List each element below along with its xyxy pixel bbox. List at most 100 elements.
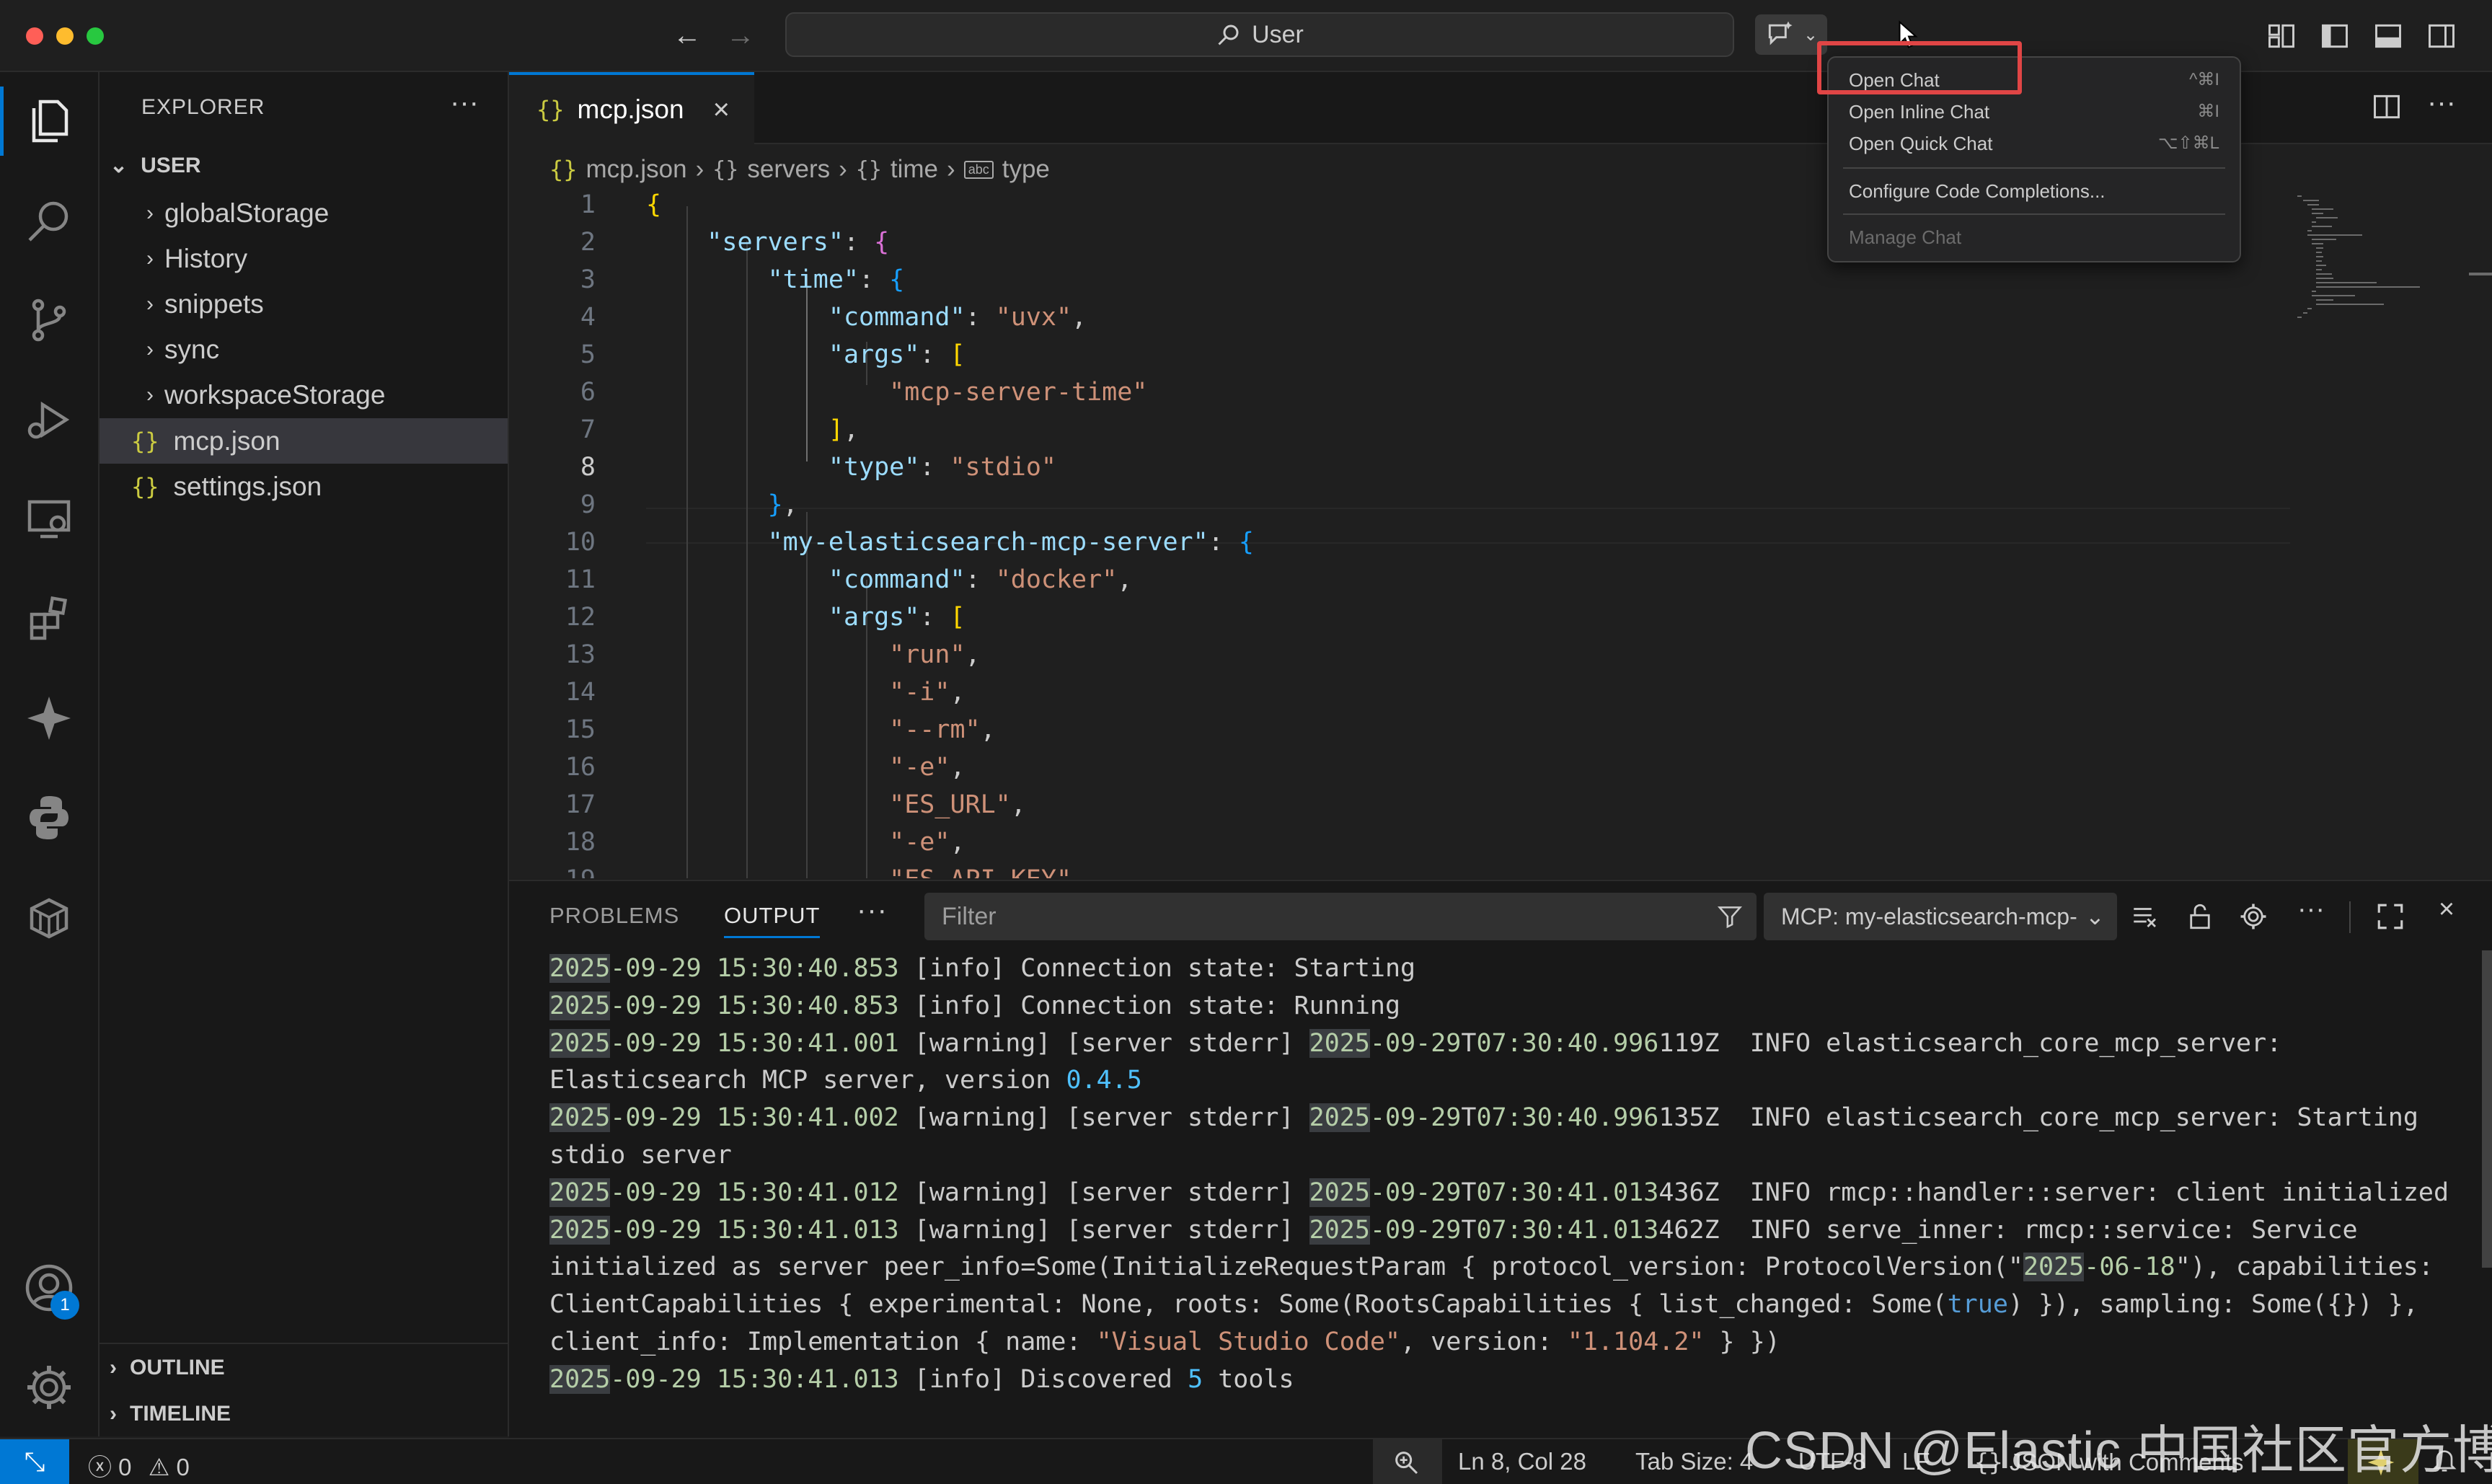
python-icon[interactable] — [20, 789, 78, 847]
code-line: "type": "stdio" — [828, 453, 1056, 482]
bottom-panel: PROBLEMS OUTPUT ··· Filter MCP: my-elast… — [509, 880, 2492, 1438]
tree-item-label: workspaceStorage — [164, 379, 386, 410]
line-number: 3 — [580, 265, 596, 294]
output-channel-select[interactable]: MCP: my-elasticsearch-mcp-server ⌄ — [1764, 893, 2117, 940]
editor-more-actions-icon[interactable]: ··· — [2427, 87, 2456, 119]
line-number: 17 — [565, 790, 596, 819]
copilot-chat-button[interactable]: ⌄ — [1755, 14, 1827, 55]
chevron-right-icon: › — [947, 155, 955, 183]
customize-layout-icon[interactable] — [2266, 20, 2297, 52]
breadcrumb-item[interactable]: servers — [747, 155, 830, 184]
tree-item-label: mcp.json — [173, 425, 280, 456]
remote-explorer-icon[interactable] — [20, 490, 78, 548]
tab-size[interactable]: Tab Size: 4 — [1635, 1448, 1753, 1475]
tab-mcp-json[interactable]: {} mcp.json × — [509, 72, 754, 144]
back-arrow-icon[interactable]: ← — [669, 17, 705, 53]
clear-output-icon[interactable] — [2130, 901, 2160, 932]
code-line: "-i", — [889, 678, 966, 707]
filter-input[interactable]: Filter — [924, 893, 1757, 940]
output-line: ClientCapabilities { experimental: None,… — [549, 1290, 2418, 1320]
code-line: { — [646, 190, 662, 219]
chevron-down-icon: ⌄ — [110, 154, 128, 177]
close-panel-icon[interactable]: × — [2429, 891, 2465, 927]
timeline-section-header[interactable]: › TIMELINE — [110, 1402, 231, 1426]
split-editor-icon[interactable] — [2371, 91, 2403, 123]
breadcrumb-item[interactable]: mcp.json — [586, 155, 687, 184]
chevron-right-icon: › — [695, 155, 704, 183]
panel-actions-more-icon[interactable]: ··· — [2293, 891, 2329, 927]
cursor-position[interactable]: Ln 8, Col 28 — [1458, 1448, 1586, 1475]
json-file-icon: {} — [536, 96, 565, 123]
minimize-window-button[interactable] — [56, 27, 74, 45]
toggle-secondary-sidebar-icon[interactable] — [2426, 20, 2457, 52]
output-line: 2025-09-29 15:30:41.002 [warning] [serve… — [549, 1103, 2418, 1133]
remote-indicator-icon[interactable]: ⤡ — [0, 1439, 69, 1484]
close-tab-icon[interactable]: × — [713, 94, 730, 126]
filter-icon[interactable] — [1716, 903, 1744, 930]
outline-section-header[interactable]: › OUTLINE — [110, 1356, 225, 1380]
run-debug-icon[interactable] — [20, 391, 78, 449]
code-editor[interactable]: 1 2 3 4 5 6 7 8 9 10 11 12 13 14 15 16 1… — [509, 190, 2492, 878]
menu-item-open-quick-chat[interactable]: Open Quick Chat — [1849, 133, 1992, 155]
maximize-window-button[interactable] — [87, 27, 104, 45]
line-number-current: 8 — [580, 453, 596, 482]
output-line: Elasticsearch MCP server, version 0.4.5 — [549, 1066, 1142, 1095]
maximize-panel-icon[interactable] — [2375, 901, 2405, 932]
output-log[interactable]: 2025-09-29 15:30:40.853 [info] Connectio… — [549, 950, 2453, 1399]
menu-item-open-inline-chat[interactable]: Open Inline Chat — [1849, 101, 1989, 123]
search-icon[interactable] — [20, 192, 78, 249]
close-window-button[interactable] — [26, 27, 43, 45]
indent-guide — [746, 241, 748, 878]
line-number: 2 — [580, 228, 596, 257]
filter-placeholder: Filter — [942, 902, 997, 930]
breadcrumb-item[interactable]: time — [891, 155, 938, 184]
problems-status[interactable]: ⓧ 0 ⚠ 0 — [88, 1448, 190, 1483]
tree-item-workspacestorage[interactable]: › workspaceStorage — [100, 372, 508, 418]
explorer-sidebar: EXPLORER ··· ⌄ USER › globalStorage › Hi… — [100, 72, 509, 1436]
line-number: 5 — [580, 340, 596, 369]
code-line: "-e", — [889, 753, 966, 782]
toggle-panel-icon[interactable] — [2372, 20, 2404, 52]
explorer-title: EXPLORER — [141, 95, 265, 119]
zoom-icon[interactable] — [1392, 1448, 1420, 1477]
line-number: 6 — [580, 378, 596, 407]
more-actions-icon[interactable]: ··· — [450, 87, 479, 119]
watermark-text: CSDN @Elastic 中国社区官方博客 — [1745, 1422, 2492, 1480]
unlock-scroll-icon[interactable] — [2185, 901, 2215, 932]
explorer-icon[interactable] — [20, 92, 78, 150]
tree-item-label: sync — [164, 334, 220, 364]
copilot-icon[interactable] — [20, 689, 78, 747]
source-control-icon[interactable] — [20, 291, 78, 349]
line-number: 4 — [580, 303, 596, 332]
forward-arrow-icon[interactable]: → — [723, 17, 759, 53]
tree-item-label: snippets — [164, 288, 264, 319]
command-center-search[interactable]: User — [785, 12, 1734, 57]
code-line: "servers": { — [707, 228, 890, 257]
tree-item-globalstorage[interactable]: › globalStorage — [100, 190, 508, 236]
output-scrollbar[interactable] — [2482, 950, 2492, 1268]
line-number: 7 — [580, 415, 596, 444]
line-number: 9 — [580, 490, 596, 519]
chevron-down-icon[interactable]: ⌄ — [1803, 25, 1818, 45]
chevron-right-icon: › — [110, 1402, 117, 1426]
extensions-icon[interactable] — [20, 590, 78, 648]
shortcut-open-quick-chat: ⌥⇧⌘L — [2157, 133, 2219, 153]
line-number: 12 — [565, 603, 596, 632]
menu-separator — [1843, 213, 2225, 215]
breadcrumb-item[interactable]: type — [1002, 155, 1050, 184]
tab-output[interactable]: OUTPUT — [724, 903, 821, 938]
output-settings-gear-icon[interactable] — [2238, 901, 2268, 932]
tree-item-history[interactable]: › History — [100, 236, 508, 281]
tree-item-snippets[interactable]: › snippets — [100, 281, 508, 327]
menu-item-configure-code-completions[interactable]: Configure Code Completions... — [1849, 180, 2106, 203]
tree-item-sync[interactable]: › sync — [100, 327, 508, 372]
containers-icon[interactable] — [20, 888, 78, 946]
settings-gear-icon[interactable] — [20, 1359, 78, 1416]
panel-more-icon[interactable]: ··· — [857, 894, 888, 927]
tree-item-settings-json[interactable]: {} settings.json — [100, 464, 508, 509]
tab-problems[interactable]: PROBLEMS — [549, 903, 679, 929]
minimap[interactable] — [2290, 190, 2427, 378]
tree-item-mcp-json[interactable]: {} mcp.json — [100, 418, 508, 464]
user-section-header[interactable]: ⌄ USER — [110, 153, 201, 178]
toggle-primary-sidebar-icon[interactable] — [2319, 20, 2351, 52]
